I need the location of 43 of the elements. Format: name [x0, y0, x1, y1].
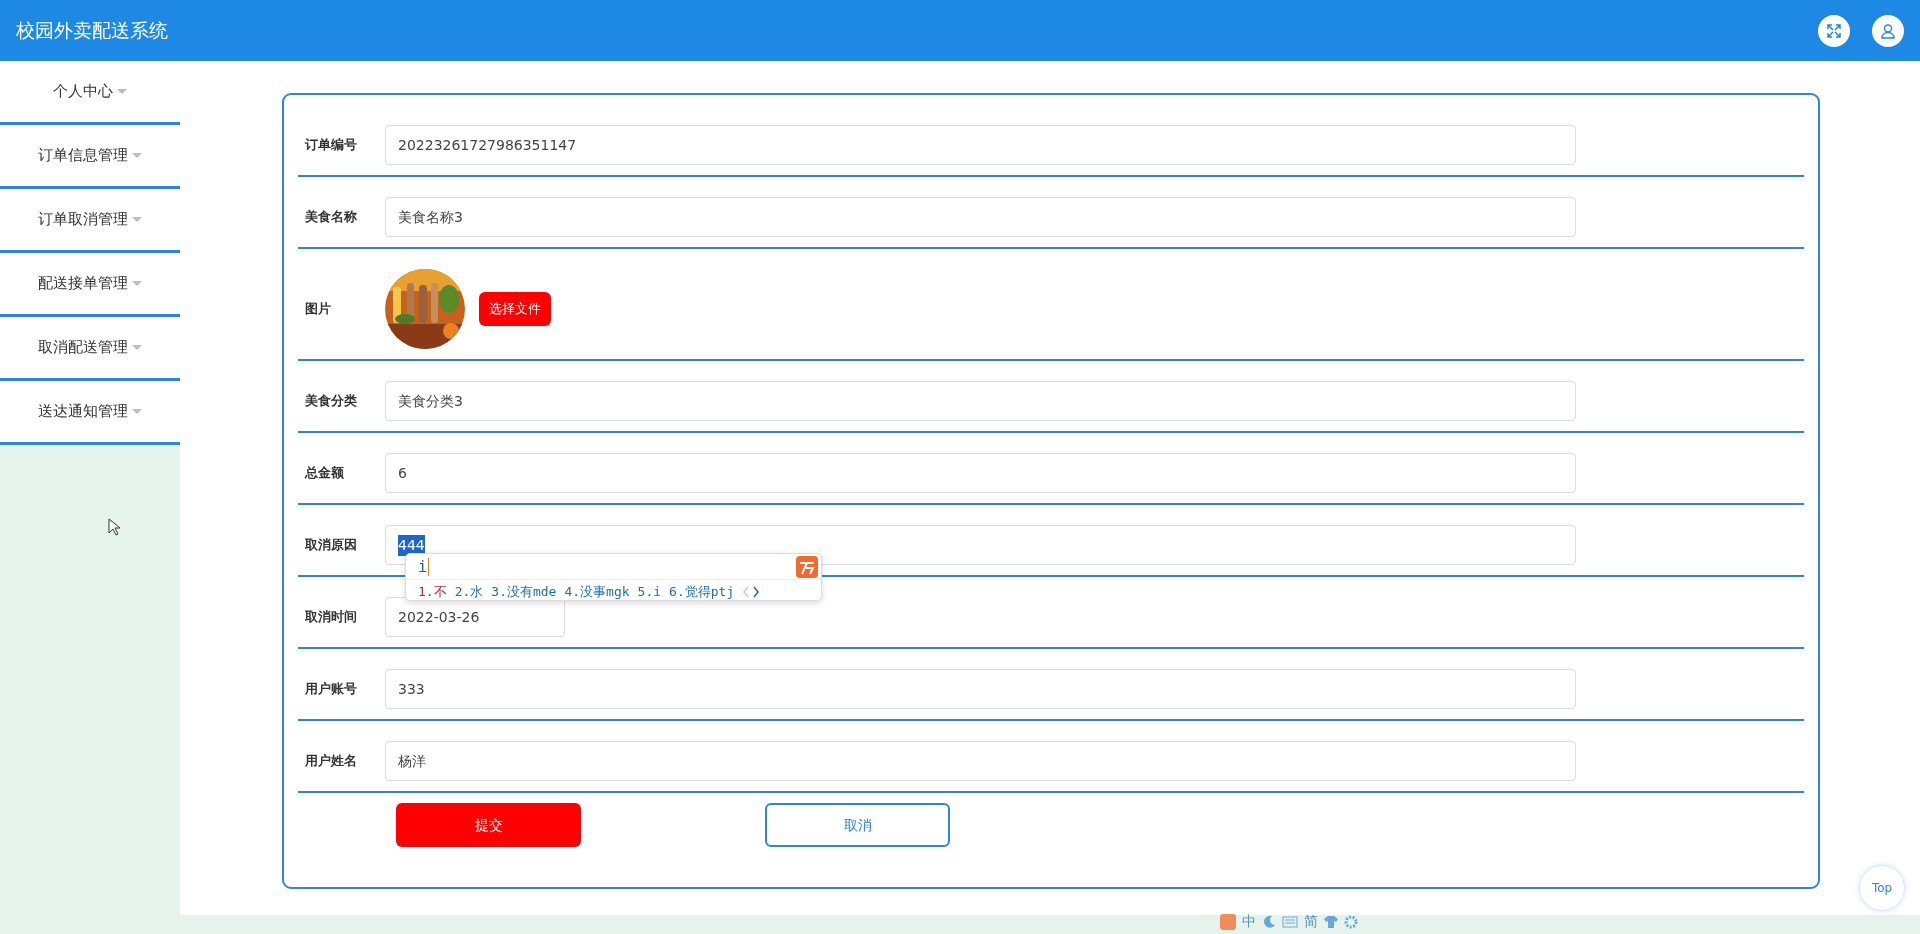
field-label: 美食名称 — [304, 208, 358, 227]
shirt-icon[interactable] — [1324, 914, 1338, 929]
mouse-pointer-icon — [108, 518, 120, 536]
caret-icon — [132, 153, 142, 158]
input-field[interactable]: 20223261727986351147 — [385, 125, 1576, 165]
user-icon[interactable] — [1872, 14, 1904, 47]
field-label: 用户账号 — [304, 680, 358, 699]
field-label: 美食分类 — [304, 392, 358, 411]
ime-candidate[interactable]: 6.觉得ptj — [669, 582, 735, 602]
fullscreen-icon[interactable] — [1818, 14, 1850, 47]
back-to-top-button[interactable]: Top — [1859, 865, 1905, 911]
app-title: 校园外卖配送系统 — [16, 18, 168, 44]
sidebar-menu-item[interactable]: 送达通知管理 — [0, 381, 180, 445]
field-label: 用户姓名 — [304, 752, 358, 771]
submit-button[interactable]: 提交 — [396, 803, 581, 847]
keyboard-icon[interactable] — [1282, 915, 1298, 928]
choose-file-button[interactable]: 选择文件 — [479, 292, 551, 326]
caret-icon — [117, 89, 127, 94]
caret-icon — [132, 281, 142, 286]
input-field[interactable]: 6 — [385, 453, 1576, 493]
caret-icon — [132, 409, 142, 414]
field-label: 取消原因 — [304, 536, 358, 555]
field-label: 总金额 — [303, 464, 345, 483]
field-label: 订单编号 — [304, 136, 358, 155]
ime-candidate[interactable]: 5.i — [637, 582, 662, 602]
sidebar-menu-item[interactable]: 配送接单管理 — [0, 253, 180, 317]
input-field[interactable]: 杨洋 — [385, 741, 1576, 781]
sidebar-menu-item[interactable]: 订单信息管理 — [0, 125, 180, 189]
sidebar-menu-item[interactable]: 订单取消管理 — [0, 189, 180, 253]
cancel-button[interactable]: 取消 — [765, 803, 950, 847]
moon-icon[interactable] — [1262, 914, 1276, 929]
field-label: 取消时间 — [304, 608, 358, 627]
field-label: 图片 — [304, 300, 332, 319]
caret-icon — [132, 217, 142, 222]
ime-input-text: i — [418, 557, 430, 576]
sidebar-menu-item[interactable]: 个人中心 — [0, 61, 180, 125]
settings-icon[interactable] — [1344, 914, 1358, 929]
sidebar-menu-item[interactable]: 取消配送管理 — [0, 317, 180, 381]
ime-candidate[interactable]: 4.没事mgk — [564, 582, 630, 602]
input-field[interactable]: 333 — [385, 669, 1576, 709]
input-field[interactable]: 美食名称3 — [385, 197, 1576, 237]
input-field[interactable]: 美食分类3 — [385, 381, 1576, 421]
caret-icon — [132, 345, 142, 350]
